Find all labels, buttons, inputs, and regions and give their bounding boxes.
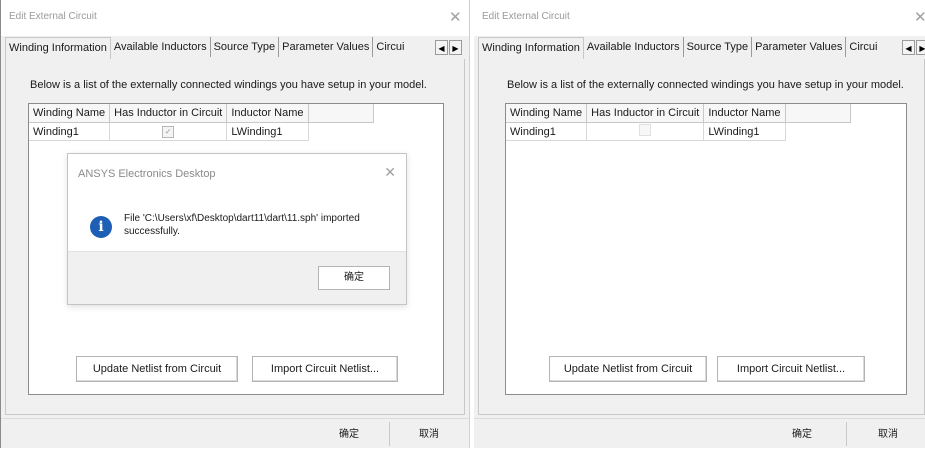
- cell-empty: [785, 123, 850, 141]
- column-header-inductor-name[interactable]: Inductor Name: [703, 104, 786, 123]
- footer-separator: [1, 418, 469, 419]
- description-text: Below is a list of the externally connec…: [507, 79, 904, 91]
- message-text: File 'C:\Users\xf\Desktop\dart11\dart\11…: [124, 213, 360, 237]
- title-bar: Edit External Circuit ✕: [1, 0, 469, 36]
- update-netlist-button[interactable]: Update Netlist from Circuit: [76, 356, 238, 382]
- cancel-button[interactable]: 取消: [399, 424, 459, 446]
- tab-available-inductors[interactable]: Available Inductors: [584, 37, 684, 57]
- tab-source-type[interactable]: Source Type: [684, 37, 753, 57]
- update-netlist-button[interactable]: Update Netlist from Circuit: [549, 356, 707, 382]
- table-row[interactable]: Winding1 LWinding1: [506, 122, 850, 141]
- tab-parameter-values[interactable]: Parameter Values: [752, 37, 847, 57]
- windings-table: Winding Name Has Inductor in Circuit Ind…: [506, 104, 851, 141]
- window-title: Edit External Circuit: [9, 11, 97, 22]
- ok-button[interactable]: 确定: [770, 424, 834, 446]
- tab-available-inductors[interactable]: Available Inductors: [111, 37, 211, 57]
- tab-parameter-values[interactable]: Parameter Values: [279, 37, 374, 57]
- column-header-has-inductor[interactable]: Has Inductor in Circuit: [109, 104, 228, 123]
- column-header-empty: [785, 104, 851, 123]
- cell-inductor-name[interactable]: LWinding1: [703, 122, 786, 141]
- arrow-right-icon[interactable]: ▶: [916, 40, 925, 55]
- tab-source-type[interactable]: Source Type: [211, 37, 280, 57]
- close-icon[interactable]: ✕: [449, 8, 462, 26]
- arrow-left-icon[interactable]: ◀: [902, 40, 915, 55]
- cell-has-inductor[interactable]: [586, 122, 705, 141]
- tab-winding-information[interactable]: Winding Information: [478, 37, 584, 59]
- arrow-right-icon[interactable]: ▶: [449, 40, 462, 55]
- tab-strip: Winding Information Available Inductors So…: [5, 37, 465, 60]
- arrow-left-icon[interactable]: ◀: [435, 40, 448, 55]
- info-icon: i: [90, 216, 112, 238]
- cell-winding-name[interactable]: Winding1: [506, 122, 588, 141]
- close-icon[interactable]: ✕: [384, 164, 396, 181]
- table-header-row: Winding Name Has Inductor in Circuit Ind…: [29, 104, 374, 123]
- message-ok-button[interactable]: 确定: [318, 266, 390, 290]
- description-text: Below is a list of the externally connec…: [30, 79, 427, 91]
- column-header-winding-name[interactable]: Winding Name: [506, 104, 588, 123]
- window-title: Edit External Circuit: [482, 11, 570, 22]
- table-header-row: Winding Name Has Inductor in Circuit Ind…: [506, 104, 851, 123]
- cell-winding-name[interactable]: Winding1: [29, 122, 111, 141]
- edit-external-circuit-dialog-left: Edit External Circuit ✕ Winding Informat…: [0, 0, 470, 448]
- column-header-has-inductor[interactable]: Has Inductor in Circuit: [586, 104, 705, 123]
- cell-inductor-name[interactable]: LWinding1: [226, 122, 309, 141]
- button-divider: [389, 422, 390, 446]
- table-row[interactable]: Winding1 ✓ LWinding1: [29, 122, 373, 141]
- windings-grid[interactable]: Winding Name Has Inductor in Circuit Ind…: [505, 103, 907, 395]
- tab-strip: Winding Information Available Inductors So…: [478, 37, 925, 60]
- cell-empty: [308, 123, 373, 141]
- ok-button[interactable]: 确定: [319, 424, 379, 446]
- windings-table: Winding Name Has Inductor in Circuit Ind…: [29, 104, 374, 141]
- cell-has-inductor[interactable]: ✓: [109, 122, 228, 141]
- close-icon[interactable]: ✕: [914, 8, 925, 26]
- cancel-button[interactable]: 取消: [856, 424, 920, 446]
- tab-circuit[interactable]: Circui: [373, 37, 407, 57]
- edit-external-circuit-dialog-right: Edit External Circuit ✕ Winding Informat…: [474, 0, 925, 448]
- title-bar: Edit External Circuit ✕: [474, 0, 925, 36]
- tab-circuit[interactable]: Circui: [846, 37, 880, 57]
- import-success-message-box: ANSYS Electronics Desktop ✕ i File 'C:\U…: [67, 153, 407, 305]
- button-divider: [846, 422, 847, 446]
- column-header-winding-name[interactable]: Winding Name: [29, 104, 111, 123]
- tab-panel: Below is a list of the externally connec…: [478, 59, 925, 415]
- has-inductor-checkbox[interactable]: [639, 124, 652, 136]
- import-circuit-netlist-button[interactable]: Import Circuit Netlist...: [717, 356, 865, 382]
- message-box-footer: 确定: [68, 251, 406, 304]
- message-box-title: ANSYS Electronics Desktop: [78, 168, 216, 180]
- column-header-inductor-name[interactable]: Inductor Name: [226, 104, 309, 123]
- has-inductor-checkbox[interactable]: ✓: [162, 126, 175, 138]
- import-circuit-netlist-button[interactable]: Import Circuit Netlist...: [252, 356, 398, 382]
- column-header-empty: [308, 104, 374, 123]
- footer-separator: [474, 418, 925, 419]
- tab-winding-information[interactable]: Winding Information: [5, 37, 111, 59]
